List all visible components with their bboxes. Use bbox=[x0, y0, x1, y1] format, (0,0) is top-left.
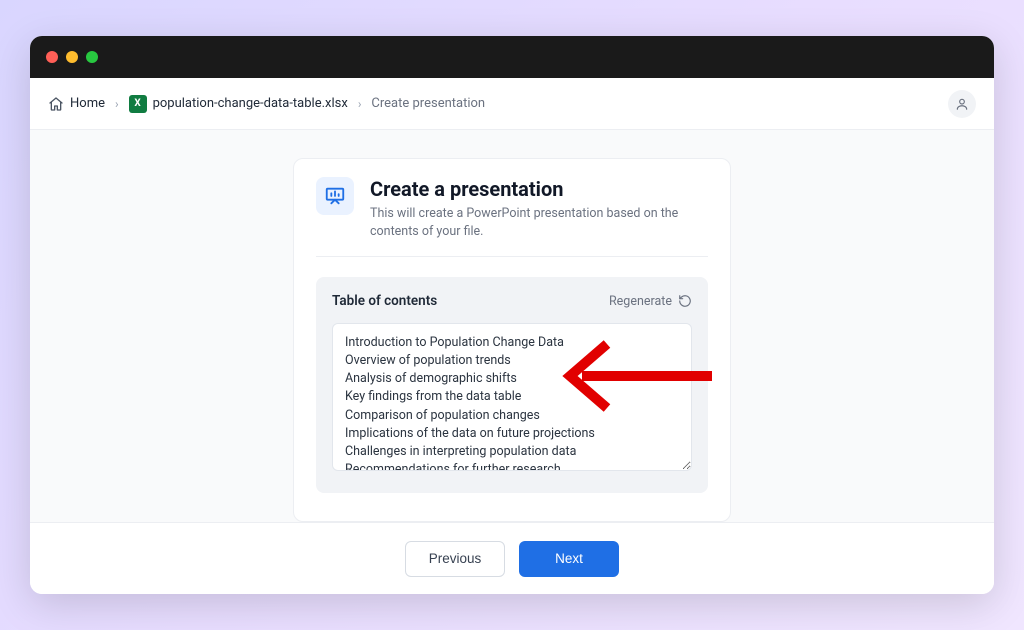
home-icon bbox=[48, 96, 64, 112]
breadcrumb-file-label: population-change-data-table.xlsx bbox=[153, 96, 348, 111]
close-window-button[interactable] bbox=[46, 51, 58, 63]
toc-textarea[interactable] bbox=[332, 323, 692, 471]
card-subtitle: This will create a PowerPoint presentati… bbox=[370, 205, 708, 240]
card-header: Create a presentation This will create a… bbox=[316, 177, 708, 257]
breadcrumb-home[interactable]: Home bbox=[48, 96, 105, 112]
breadcrumb: Home › X population-change-data-table.xl… bbox=[48, 95, 485, 113]
workspace: Create a presentation This will create a… bbox=[30, 130, 994, 522]
user-avatar[interactable] bbox=[948, 90, 976, 118]
breadcrumb-separator: › bbox=[358, 97, 362, 111]
previous-button[interactable]: Previous bbox=[405, 541, 505, 577]
excel-file-icon: X bbox=[129, 95, 147, 113]
breadcrumb-file[interactable]: X population-change-data-table.xlsx bbox=[129, 95, 348, 113]
toc-header: Table of contents Regenerate bbox=[332, 293, 692, 309]
maximize-window-button[interactable] bbox=[86, 51, 98, 63]
card-header-text: Create a presentation This will create a… bbox=[370, 177, 708, 240]
footer-bar: Previous Next bbox=[30, 522, 994, 594]
breadcrumb-home-label: Home bbox=[70, 96, 105, 111]
window-titlebar bbox=[30, 36, 994, 78]
presentation-icon bbox=[316, 177, 354, 215]
user-icon bbox=[955, 97, 969, 111]
next-button[interactable]: Next bbox=[519, 541, 619, 577]
regenerate-label: Regenerate bbox=[609, 294, 672, 309]
card-title: Create a presentation bbox=[370, 177, 708, 201]
breadcrumb-separator: › bbox=[115, 97, 119, 111]
create-presentation-card: Create a presentation This will create a… bbox=[293, 158, 731, 522]
breadcrumb-current-label: Create presentation bbox=[371, 96, 485, 111]
toc-panel: Table of contents Regenerate bbox=[316, 277, 708, 493]
regenerate-button[interactable]: Regenerate bbox=[609, 294, 692, 309]
refresh-icon bbox=[678, 294, 692, 308]
toc-heading: Table of contents bbox=[332, 293, 437, 309]
minimize-window-button[interactable] bbox=[66, 51, 78, 63]
app-window: Home › X population-change-data-table.xl… bbox=[30, 36, 994, 594]
top-bar: Home › X population-change-data-table.xl… bbox=[30, 78, 994, 130]
breadcrumb-current: Create presentation bbox=[371, 96, 485, 111]
